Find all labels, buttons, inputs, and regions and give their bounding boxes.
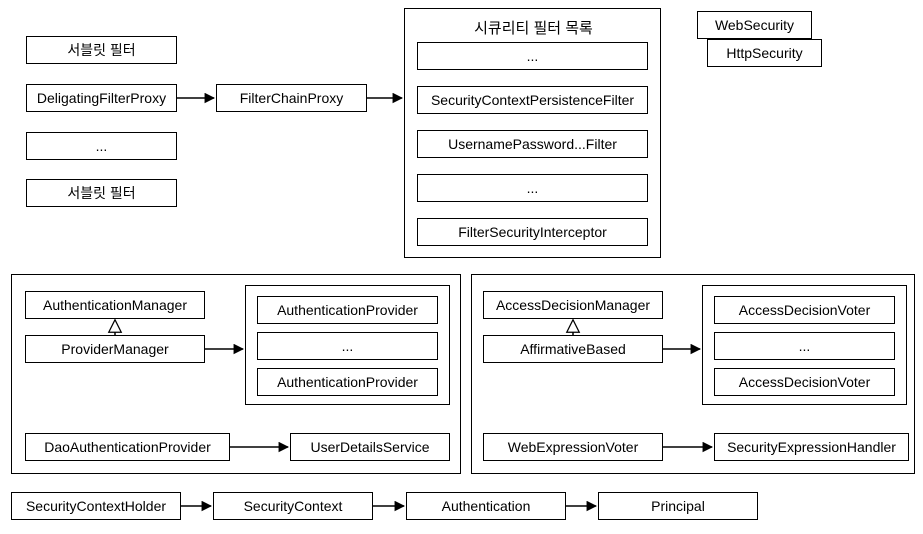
deligating-filter-proxy: DeligatingFilterProxy [26, 84, 177, 112]
servlet-filter-top: 서블릿 필터 [26, 36, 177, 64]
servlet-filter-bottom: 서블릿 필터 [26, 179, 177, 207]
access-voter-0: AccessDecisionVoter [714, 296, 895, 324]
security-filter-item-4: FilterSecurityInterceptor [417, 218, 648, 246]
access-voter-1: ... [714, 332, 895, 360]
access-voter-2: AccessDecisionVoter [714, 368, 895, 396]
authentication: Authentication [406, 492, 566, 520]
security-filter-item-1: SecurityContextPersistenceFilter [417, 86, 648, 114]
security-filter-item-3: ... [417, 174, 648, 202]
auth-provider-1: ... [257, 332, 438, 360]
web-security: WebSecurity [697, 11, 812, 39]
dao-authentication-provider: DaoAuthenticationProvider [25, 433, 230, 461]
servlet-filter-ellipsis: ... [26, 132, 177, 160]
security-filter-item-2: UsernamePassword...Filter [417, 130, 648, 158]
user-details-service: UserDetailsService [290, 433, 450, 461]
auth-provider-2: AuthenticationProvider [257, 368, 438, 396]
provider-manager: ProviderManager [25, 335, 205, 363]
filter-chain-proxy: FilterChainProxy [216, 84, 367, 112]
http-security: HttpSecurity [707, 39, 822, 67]
affirmative-based: AffirmativeBased [483, 335, 663, 363]
authentication-manager: AuthenticationManager [25, 291, 205, 319]
security-context-holder: SecurityContextHolder [11, 492, 181, 520]
security-filter-item-0: ... [417, 42, 648, 70]
access-decision-manager: AccessDecisionManager [483, 291, 663, 319]
security-context: SecurityContext [213, 492, 373, 520]
principal: Principal [598, 492, 758, 520]
security-filter-list-title: 시큐리티 필터 목록 [405, 17, 662, 38]
security-expression-handler: SecurityExpressionHandler [714, 433, 909, 461]
web-expression-voter: WebExpressionVoter [483, 433, 663, 461]
auth-provider-0: AuthenticationProvider [257, 296, 438, 324]
